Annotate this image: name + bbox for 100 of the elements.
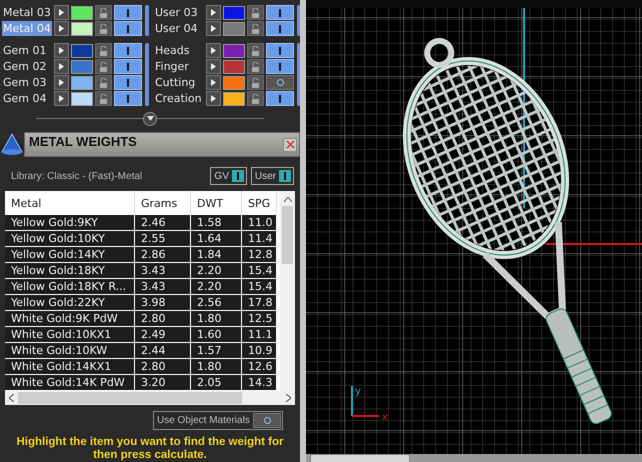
lock-button[interactable]	[247, 59, 264, 74]
visibility-toggle[interactable]	[114, 59, 142, 74]
play-button[interactable]	[54, 91, 69, 106]
lock-button[interactable]	[95, 43, 112, 58]
play-button[interactable]	[54, 5, 69, 20]
layer-name[interactable]: Gem 01	[2, 43, 52, 58]
layer-name[interactable]: Gem 04	[2, 91, 52, 106]
color-swatch[interactable]	[71, 22, 93, 36]
visibility-toggle[interactable]	[114, 91, 142, 106]
table-cell: 3.43	[135, 263, 191, 279]
play-icon	[211, 25, 216, 32]
table-cell: White Gold:14KX1	[5, 359, 135, 375]
visibility-toggle[interactable]	[266, 43, 294, 58]
layer-name[interactable]: Cutting	[154, 75, 204, 90]
color-swatch[interactable]	[71, 44, 93, 58]
play-button[interactable]	[54, 43, 69, 58]
table-cell: White Gold:9K PdW	[5, 311, 135, 327]
layer-name[interactable]: Heads	[154, 43, 204, 58]
visibility-toggle[interactable]	[114, 75, 142, 90]
color-swatch[interactable]	[223, 6, 245, 20]
visibility-toggle[interactable]	[266, 59, 294, 74]
table-cell: 2.05	[191, 375, 242, 391]
visibility-toggle[interactable]	[266, 21, 294, 36]
lock-button[interactable]	[247, 91, 264, 106]
group-bar	[145, 5, 149, 36]
color-swatch[interactable]	[71, 76, 93, 90]
color-swatch[interactable]	[223, 44, 245, 58]
lock-button[interactable]	[247, 43, 264, 58]
expand-button[interactable]	[143, 112, 157, 126]
lock-icon	[99, 24, 108, 34]
layer-name[interactable]: User 03	[154, 5, 204, 20]
lock-button[interactable]	[95, 91, 112, 106]
color-swatch[interactable]	[71, 60, 93, 74]
visibility-toggle[interactable]	[266, 5, 294, 20]
table-cell: 2.20	[191, 263, 242, 279]
close-button[interactable]	[283, 138, 297, 152]
play-button[interactable]	[206, 59, 221, 74]
layer-name[interactable]: Gem 03	[2, 75, 52, 90]
layer-name[interactable]: Finger	[154, 59, 204, 74]
lock-button[interactable]	[95, 21, 112, 36]
table-cell: 3.20	[135, 375, 191, 391]
chevron-right-icon	[286, 394, 291, 402]
layer-name[interactable]: Gem 02	[2, 59, 52, 74]
visibility-toggle[interactable]	[114, 5, 142, 20]
lock-button[interactable]	[247, 5, 264, 20]
color-swatch[interactable]	[223, 92, 245, 106]
table-cell: 2.44	[135, 343, 191, 359]
option-toggle[interactable]: GV	[210, 167, 247, 185]
cone-icon	[0, 132, 24, 157]
chevron-left-icon	[9, 394, 14, 402]
play-icon	[211, 9, 216, 16]
visibility-toggle[interactable]	[266, 75, 294, 90]
panel-title: METAL WEIGHTS	[29, 134, 137, 149]
play-button[interactable]	[54, 21, 69, 36]
visibility-toggle[interactable]	[114, 43, 142, 58]
lock-button[interactable]	[95, 5, 112, 20]
play-button[interactable]	[206, 75, 221, 90]
color-swatch[interactable]	[71, 92, 93, 106]
lock-button[interactable]	[95, 59, 112, 74]
play-button[interactable]	[206, 21, 221, 36]
play-button[interactable]	[206, 5, 221, 20]
play-button[interactable]	[54, 75, 69, 90]
color-swatch[interactable]	[223, 60, 245, 74]
play-icon	[59, 95, 64, 102]
lock-button[interactable]	[247, 75, 264, 90]
lock-button[interactable]	[247, 21, 264, 36]
option-toggle[interactable]: User	[250, 167, 294, 185]
play-icon	[59, 25, 64, 32]
table-cell: 1.58	[191, 215, 242, 231]
lock-icon	[251, 8, 260, 18]
play-button[interactable]	[206, 91, 221, 106]
table-cell: 15.4	[242, 263, 277, 279]
use-object-materials-toggle[interactable]: Use Object Materials	[153, 411, 283, 430]
visibility-toggle[interactable]	[253, 413, 281, 428]
color-swatch[interactable]	[223, 22, 245, 36]
table-cell: 2.86	[135, 247, 191, 263]
play-button[interactable]	[54, 59, 69, 74]
play-icon	[59, 63, 64, 70]
play-button[interactable]	[206, 43, 221, 58]
visibility-toggle[interactable]	[114, 21, 142, 36]
table-cell: 2.56	[191, 295, 242, 311]
table-cell: 12.8	[242, 247, 277, 263]
vertical-scrollbar[interactable]	[280, 191, 295, 391]
table-cell: Yellow Gold:10KY	[5, 231, 135, 247]
color-swatch[interactable]	[71, 6, 93, 20]
visibility-toggle[interactable]	[266, 91, 294, 106]
lock-icon	[251, 46, 260, 56]
play-icon	[211, 47, 216, 54]
table-cell: 2.80	[135, 311, 191, 327]
lock-button[interactable]	[95, 75, 112, 90]
table-cell: 15.4	[242, 279, 277, 295]
horizontal-scrollbar[interactable]	[5, 391, 295, 405]
scrollbar-thumb[interactable]	[18, 392, 242, 404]
layer-name[interactable]: User 04	[154, 21, 204, 36]
axis-gizmo-icon	[351, 386, 379, 417]
color-swatch[interactable]	[223, 76, 245, 90]
layer-name[interactable]: Creation	[154, 91, 204, 106]
scrollbar-thumb[interactable]	[282, 206, 293, 264]
layer-name[interactable]: Metal 03	[2, 5, 52, 20]
chevron-up-icon	[284, 197, 292, 202]
